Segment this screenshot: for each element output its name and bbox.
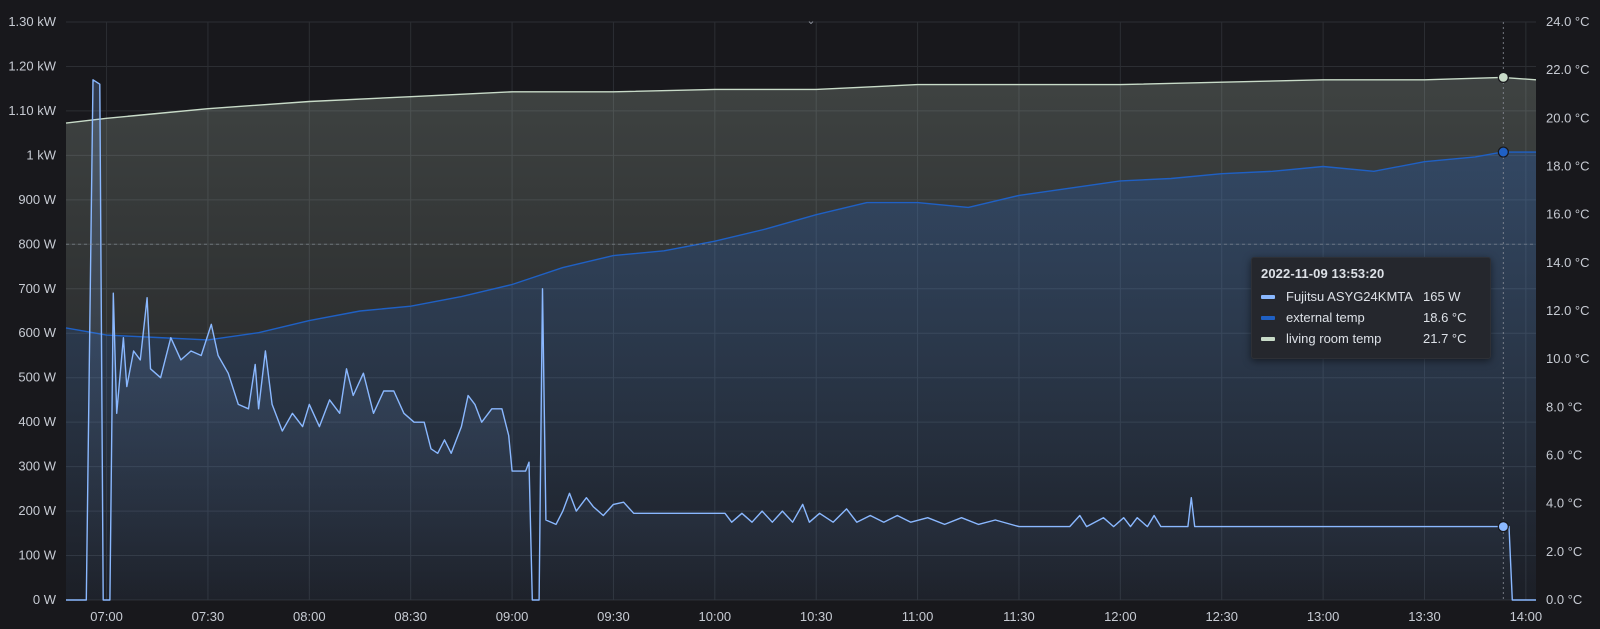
y-axis-right-tick-label: 12.0 °C [1546,303,1590,318]
tooltip-time: 2022-11-09 13:53:20 [1261,266,1385,281]
tooltip-row: living room temp 21.7 °C [1261,328,1481,349]
y-axis-left-tick-label: 200 W [18,503,56,518]
x-axis-tick-label: 12:00 [1104,609,1137,624]
y-axis-right-tick-label: 24.0 °C [1546,14,1590,29]
x-axis-tick-label: 07:00 [90,609,123,624]
x-axis-tick-label: 09:00 [496,609,529,624]
x-axis-tick-label: 14:00 [1510,609,1543,624]
y-axis-right-tick-label: 6.0 °C [1546,448,1582,463]
y-axis-left-tick-label: 1.10 kW [8,103,56,118]
y-axis-left-tick-label: 600 W [18,325,56,340]
x-axis-tick-label: 09:30 [597,609,630,624]
x-axis-tick-label: 11:00 [902,609,934,624]
y-axis-right-tick-label: 2.0 °C [1546,544,1582,559]
y-axis-left-tick-label: 900 W [18,192,56,207]
y-axis-right-tick-label: 16.0 °C [1546,207,1590,222]
x-axis-tick-label: 08:30 [394,609,427,624]
y-axis-left-tick-label: 500 W [18,370,56,385]
x-axis-tick-label: 10:30 [800,609,833,624]
y-axis-left-tick-label: 1.30 kW [8,14,56,29]
tooltip-series-name: Fujitsu ASYG24KMTA [1286,289,1413,304]
y-axis-right-tick-label: 18.0 °C [1546,159,1590,174]
y-axis-left-tick-label: 100 W [18,548,56,563]
tooltip-series-value: 21.7 °C [1423,331,1467,346]
y-axis-left-tick-label: 300 W [18,459,56,474]
x-axis-tick-label: 12:30 [1205,609,1238,624]
tooltip-series-value: 165 W [1423,289,1461,304]
y-axis-right-tick-label: 22.0 °C [1546,62,1590,77]
x-axis-tick-label: 07:30 [192,609,225,624]
series-color-swatch [1261,336,1275,341]
y-axis-right-tick-label: 20.0 °C [1546,110,1590,125]
series-color-swatch [1261,294,1275,299]
y-axis-left-tick-label: 1.20 kW [8,58,56,73]
y-axis-left-tick-label: 400 W [18,414,56,429]
x-axis-tick-label: 08:00 [293,609,326,624]
hover-tooltip: 2022-11-09 13:53:20 Fujitsu ASYG24KMTA 1… [1251,257,1491,359]
chevron-down-icon[interactable]: ⌄ [805,15,817,27]
x-axis-tick-label: 11:30 [1003,609,1035,624]
y-axis-right-tick-label: 0.0 °C [1546,592,1582,607]
y-axis-left-tick-label: 800 W [18,236,56,251]
y-axis-right-tick-label: 10.0 °C [1546,351,1590,366]
x-axis-tick-label: 10:00 [699,609,732,624]
x-axis-tick-label: 13:30 [1408,609,1441,624]
tooltip-row: external temp 18.6 °C [1261,307,1481,328]
tooltip-row: Fujitsu ASYG24KMTA 165 W [1261,286,1481,307]
tooltip-series-name: external temp [1286,310,1365,325]
y-axis-right-tick-label: 14.0 °C [1546,255,1590,270]
y-axis-right-tick-label: 8.0 °C [1546,399,1582,414]
tooltip-series-name: living room temp [1286,331,1382,346]
y-axis-left-tick-label: 700 W [18,281,56,296]
y-axis-right-tick-label: 4.0 °C [1546,496,1582,511]
y-axis-left-tick-label: 1 kW [26,147,56,162]
y-axis-left-tick-label: 0 W [33,592,57,607]
hover-point-marker [1497,521,1509,533]
series-color-swatch [1261,315,1275,320]
hover-point-marker [1497,71,1509,83]
tooltip-series-value: 18.6 °C [1423,310,1467,325]
hover-point-marker [1497,146,1509,158]
x-axis-tick-label: 13:00 [1307,609,1340,624]
